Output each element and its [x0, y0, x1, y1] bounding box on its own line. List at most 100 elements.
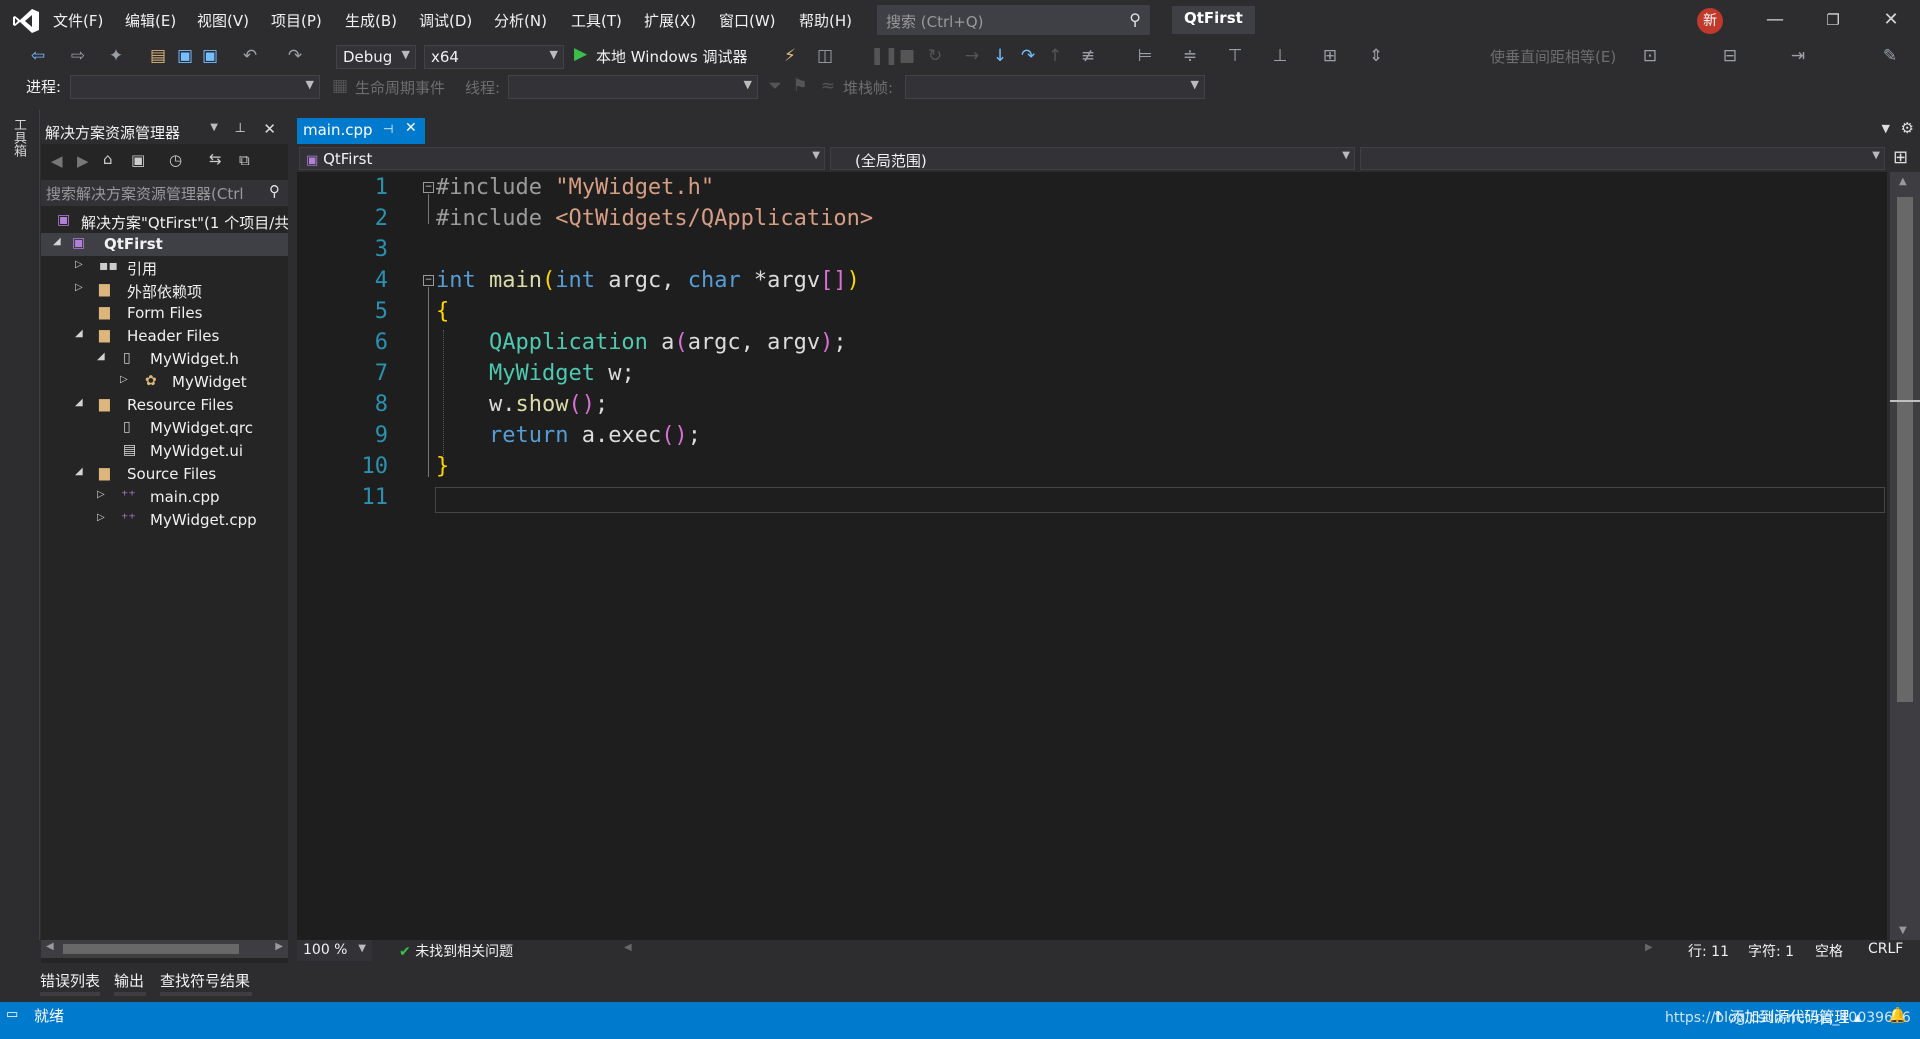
start-debugger-button[interactable]: 本地 Windows 调试器 — [596, 46, 748, 67]
tree-item-mywidget-cpp[interactable]: ▷ ⁺⁺ MyWidget.cpp — [41, 509, 288, 532]
save-all-icon[interactable]: ▣ — [200, 46, 220, 66]
notifications-icon[interactable]: 🔔 — [1888, 1006, 1907, 1024]
menu-tools[interactable]: 工具(T) — [571, 10, 622, 31]
scroll-right-icon[interactable]: ▶ — [275, 941, 283, 952]
comment-icon[interactable]: ≢ — [1078, 46, 1098, 66]
restore-icon[interactable]: ❐ — [1813, 11, 1853, 29]
line-indicator[interactable]: 行: 11 — [1688, 941, 1729, 961]
code-line-4[interactable]: int main(int argc, char *argv[]) — [436, 268, 860, 293]
code-line-10[interactable]: } — [436, 454, 449, 479]
indentation-indicator[interactable]: 空格 — [1815, 941, 1843, 961]
visual-studio-logo-icon[interactable] — [12, 8, 40, 34]
menu-edit[interactable]: 编辑(E) — [125, 10, 176, 31]
project-scope-select[interactable]: ▣ QtFirst ▼ — [299, 147, 825, 170]
member-select[interactable]: ▼ — [1360, 147, 1885, 170]
tree-item-mywidget-class[interactable]: ▷ ✿ MyWidget — [41, 371, 288, 394]
redo-icon[interactable]: ↷ — [285, 46, 305, 66]
line-ending-indicator[interactable]: CRLF — [1868, 941, 1903, 957]
save-icon[interactable]: ▣ — [175, 46, 195, 66]
menu-help[interactable]: 帮助(H) — [799, 10, 852, 31]
undo-icon[interactable]: ↶ — [240, 46, 260, 66]
tab-main-cpp[interactable]: main.cpp ⊣ ✕ — [297, 118, 425, 144]
scroll-up-icon[interactable]: ▲ — [1899, 176, 1907, 187]
step-over-icon[interactable]: ↷ — [1018, 46, 1038, 66]
collapsed-icon[interactable]: ▷ — [75, 259, 83, 270]
tree-item-main-cpp[interactable]: ▷ ⁺⁺ main.cpp — [41, 486, 288, 509]
new-badge[interactable]: 新 — [1697, 8, 1723, 34]
code-line-2[interactable]: #include <QtWidgets/QApplication> — [436, 206, 873, 231]
hot-reload-icon[interactable]: ⚡ — [780, 46, 800, 66]
menu-analyze[interactable]: 分析(N) — [494, 10, 547, 31]
error-list-tab[interactable]: 错误列表 — [40, 970, 100, 991]
menu-extensions[interactable]: 扩展(X) — [644, 10, 696, 31]
close-tab-icon[interactable]: ✕ — [405, 120, 417, 136]
collapsed-icon[interactable]: ▷ — [120, 374, 128, 385]
scroll-down-icon[interactable]: ▼ — [1899, 925, 1907, 936]
scroll-thumb[interactable] — [63, 944, 239, 954]
forward-icon[interactable]: ⇨ — [68, 46, 88, 66]
tree-item-mywidget-h[interactable]: ◢ ▯ MyWidget.h — [41, 348, 288, 371]
feedback-icon[interactable]: ✎ — [1880, 46, 1900, 66]
tab-list-icon[interactable]: ▼ — [1882, 122, 1890, 135]
search-input[interactable]: 搜索 (Ctrl+Q) ⚲ — [877, 5, 1150, 35]
tree-item-source-files[interactable]: ◢ ▆ Source Files — [41, 463, 288, 486]
tree-item-header-files[interactable]: ◢ ▆ Header Files — [41, 325, 288, 348]
hscroll-right-icon[interactable]: ▶ — [1645, 942, 1653, 953]
collapse-all-icon[interactable]: ⧉ — [239, 151, 250, 169]
screenshot-icon[interactable]: ◫ — [815, 46, 835, 66]
back-icon[interactable]: ⇦ — [28, 46, 48, 66]
sync-icon[interactable]: ⇆ — [209, 150, 222, 168]
configuration-select[interactable]: Debug ▼ — [336, 45, 416, 69]
solution-horizontal-scrollbar[interactable]: ◀ ▶ — [41, 940, 288, 958]
menu-build[interactable]: 生成(B) — [345, 10, 397, 31]
find-symbol-results-tab[interactable]: 查找符号结果 — [160, 970, 250, 991]
expanded-icon[interactable]: ◢ — [75, 397, 83, 408]
expanded-icon[interactable]: ◢ — [75, 466, 83, 477]
forward-icon[interactable]: ▶ — [77, 152, 89, 170]
collapsed-icon[interactable]: ▷ — [75, 282, 83, 293]
output-window-icon[interactable]: ▭ — [6, 1007, 18, 1022]
open-folder-icon[interactable]: ▤ — [148, 46, 168, 66]
menu-window[interactable]: 窗口(W) — [719, 10, 776, 31]
back-icon[interactable]: ◀ — [51, 152, 63, 170]
code-line-5[interactable]: { — [436, 299, 449, 324]
output-tab[interactable]: 输出 — [114, 970, 144, 991]
minimize-icon[interactable]: — — [1755, 9, 1795, 30]
expanded-icon[interactable]: ◢ — [75, 328, 83, 339]
split-editor-icon[interactable]: ⊞ — [1893, 147, 1908, 168]
menu-file[interactable]: 文件(F) — [53, 10, 103, 31]
hscroll-left-icon[interactable]: ◀ — [624, 942, 632, 953]
zoom-select[interactable]: 100 % ▼ — [297, 940, 372, 961]
tree-item-mywidget-ui[interactable]: ▤ MyWidget.ui — [41, 440, 288, 463]
step-into-icon[interactable]: ↓ — [990, 46, 1010, 66]
tree-item-project[interactable]: ◢ ▣ QtFirst — [41, 233, 288, 256]
home-icon[interactable]: ⌂ — [103, 150, 113, 168]
fold-collapse-icon[interactable]: − — [423, 182, 434, 193]
code-line-1[interactable]: #include "MyWidget.h" — [436, 175, 714, 200]
expanded-icon[interactable]: ◢ — [53, 236, 61, 247]
tree-item-solution[interactable]: ▣ 解决方案"QtFirst"(1 个项目/共 — [41, 210, 288, 233]
global-scope-select[interactable]: (全局范围) ▼ — [830, 147, 1355, 170]
pending-changes-icon[interactable]: ◷ — [169, 151, 182, 169]
tree-item-resource-files[interactable]: ◢ ▆ Resource Files — [41, 394, 288, 417]
tree-item-external-deps[interactable]: ▷ ▆ 外部依赖项 — [41, 279, 288, 302]
code-line-9[interactable]: return a.exec(); — [436, 423, 701, 448]
char-indicator[interactable]: 字符: 1 — [1748, 941, 1794, 961]
code-line-6[interactable]: QApplication a(argc, argv); — [436, 330, 847, 355]
tree-item-form-files[interactable]: ▆ Form Files — [41, 302, 288, 325]
settings-icon[interactable]: ⚙ — [1901, 119, 1914, 137]
platform-select[interactable]: x64 ▼ — [424, 45, 564, 69]
editor-vertical-scrollbar[interactable]: ▲ ▼ — [1890, 172, 1920, 940]
menu-project[interactable]: 项目(P) — [271, 10, 322, 31]
run-icon[interactable]: ▶ — [574, 44, 587, 64]
scroll-left-icon[interactable]: ◀ — [46, 941, 54, 952]
solution-search-input[interactable]: 搜索解决方案资源管理器(Ctrl ⚲ — [41, 180, 288, 206]
tree-item-references[interactable]: ▷ ▪▪ 引用 — [41, 256, 288, 279]
tree-item-mywidget-qrc[interactable]: ▯ MyWidget.qrc — [41, 417, 288, 440]
switch-views-icon[interactable]: ▣ — [131, 151, 145, 169]
fold-collapse-icon[interactable]: − — [423, 275, 434, 286]
panel-options-icon[interactable]: ▼ — [210, 122, 218, 133]
toolbox-tab[interactable]: 工具箱 — [10, 118, 28, 157]
new-project-icon[interactable]: ✦ — [106, 46, 126, 66]
code-line-8[interactable]: w.show(); — [436, 392, 608, 417]
